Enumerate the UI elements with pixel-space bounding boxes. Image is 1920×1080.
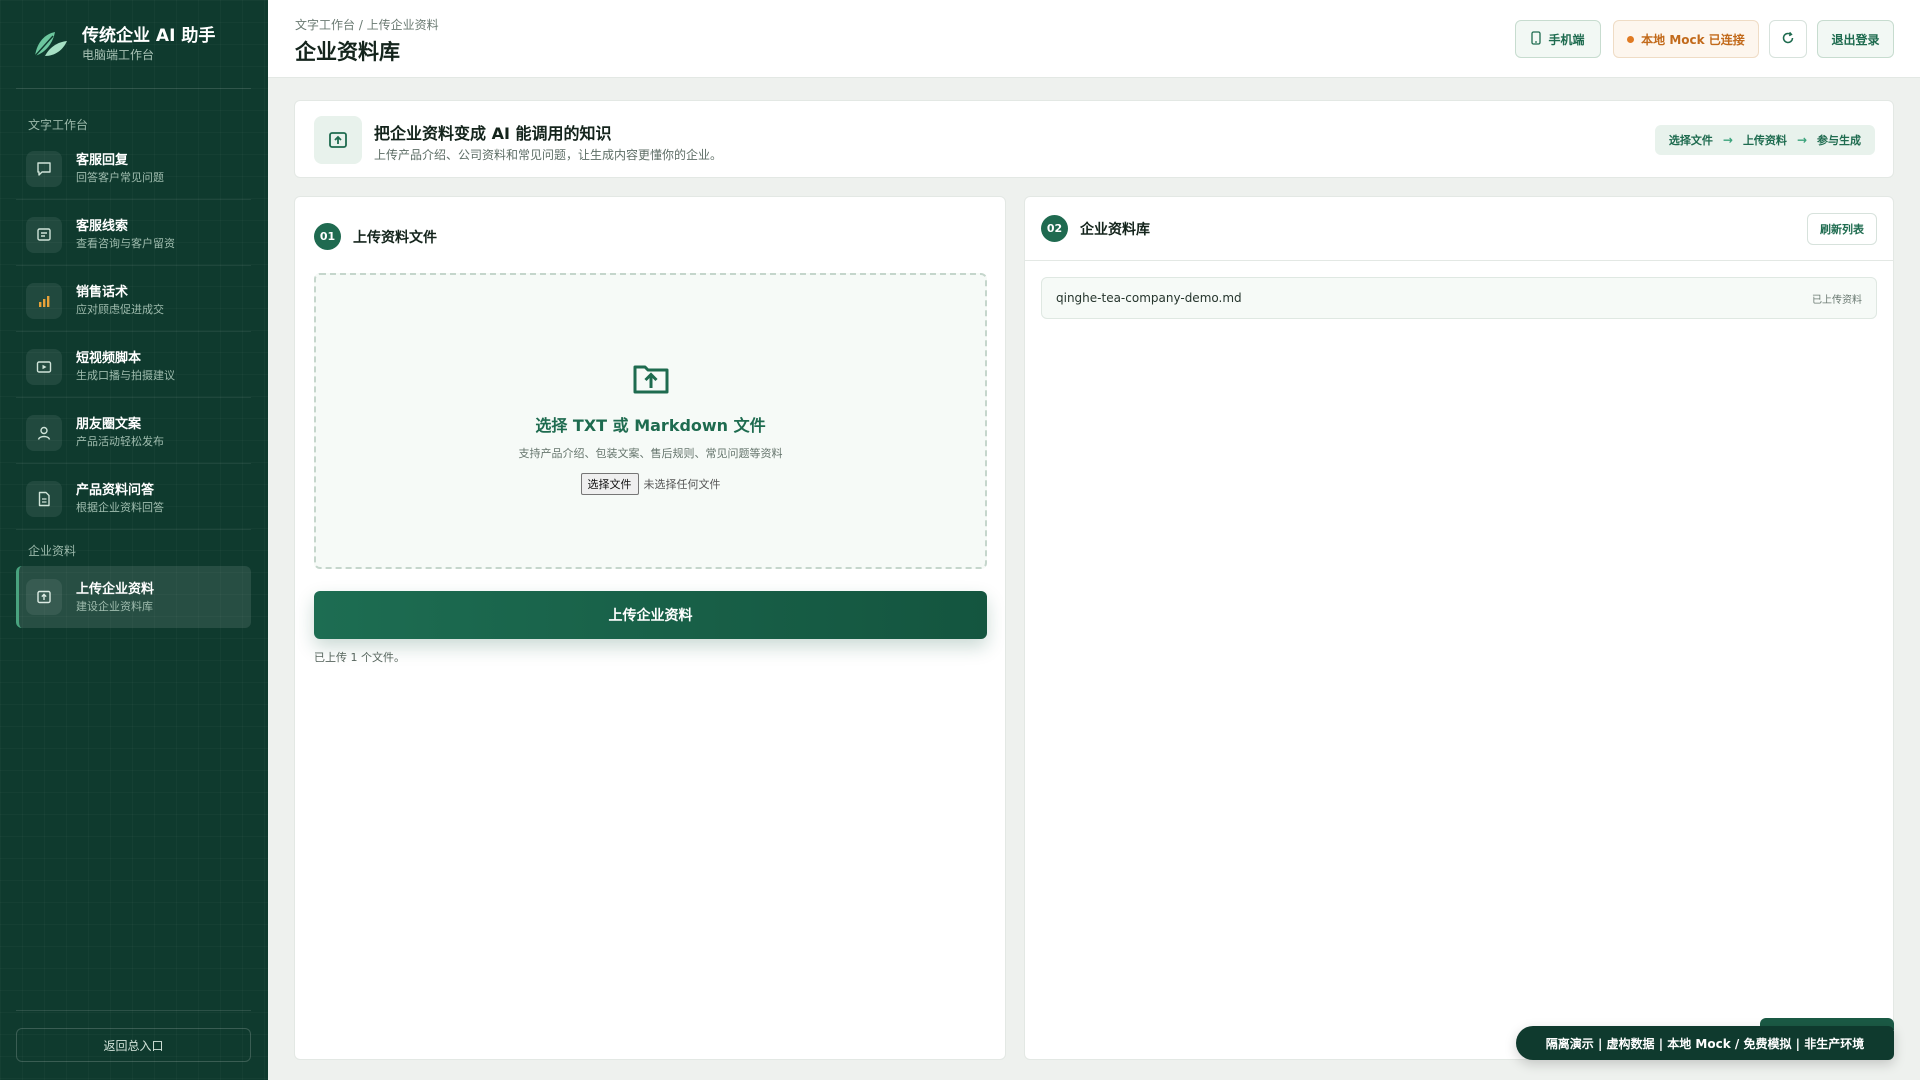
document-name: qinghe-tea-company-demo.md xyxy=(1056,291,1242,305)
logout-button[interactable]: 退出登录 xyxy=(1817,20,1894,58)
sidebar-item-desc: 回答客户常见问题 xyxy=(76,171,164,184)
banner-title: 把企业资料变成 AI 能调用的知识 xyxy=(374,124,612,143)
upload-panel-title: 上传资料文件 xyxy=(353,229,437,246)
brand: 传统企业 AI 助手 电脑端工作台 xyxy=(30,24,215,64)
step-upload: 上传资料 xyxy=(1742,134,1787,147)
library-panel: 02 企业资料库 刷新列表 qinghe-tea-company-demo.md… xyxy=(1024,196,1894,1060)
step-number-badge: 01 xyxy=(314,223,341,250)
sidebar-item-desc: 根据企业资料回答 xyxy=(76,501,164,514)
arrow-right-icon: → xyxy=(1796,133,1807,147)
user-icon xyxy=(26,414,62,451)
sidebar-divider xyxy=(16,1010,251,1011)
dropzone-title: 选择 TXT 或 Markdown 文件 xyxy=(535,416,766,435)
brand-subtitle: 电脑端工作台 xyxy=(82,48,155,62)
no-file-text: 未选择任何文件 xyxy=(643,478,721,491)
file-input: 选择文件 未选择任何文件 xyxy=(316,473,985,495)
sidebar-item-upload-company-data[interactable]: 上传企业资料 建设企业资料库 xyxy=(16,566,251,628)
leaf-logo-icon xyxy=(30,24,70,64)
file-dropzone[interactable]: 选择 TXT 或 Markdown 文件 支持产品介绍、包装文案、售后规则、常见… xyxy=(314,273,987,569)
mock-status-button[interactable]: 本地 Mock 已连接 xyxy=(1613,20,1759,58)
document-status: 已上传资料 xyxy=(1812,294,1862,306)
refresh-list-button[interactable]: 刷新列表 xyxy=(1807,213,1877,245)
demo-notice-badge: 隔离演示 | 虚构数据 | 本地 Mock / 免费模拟 | 非生产环境 xyxy=(1516,1026,1894,1060)
upload-box-icon xyxy=(314,116,362,164)
sidebar-item-desc: 应对顾虑促进成交 xyxy=(76,303,164,316)
sidebar-item-label: 客服回复 xyxy=(76,153,129,168)
upload-panel-header: 01 上传资料文件 xyxy=(314,223,437,250)
step-select-file: 选择文件 xyxy=(1668,134,1713,147)
sidebar-item-customer-reply[interactable]: 客服回复 回答客户常见问题 xyxy=(16,138,251,200)
message-lines-icon xyxy=(26,216,62,253)
sidebar-item-label: 客服线索 xyxy=(76,219,129,234)
phone-icon xyxy=(1531,30,1542,48)
sidebar-item-label: 朋友圈文案 xyxy=(76,417,142,432)
sidebar-item-customer-leads[interactable]: 客服线索 查看咨询与客户留资 xyxy=(16,204,251,266)
mobile-button[interactable]: 手机端 xyxy=(1515,20,1601,58)
list-item[interactable]: qinghe-tea-company-demo.md 已上传资料 xyxy=(1041,277,1877,319)
mock-status-label: 本地 Mock 已连接 xyxy=(1641,32,1745,47)
panel-divider xyxy=(1025,260,1893,261)
upload-panel: 01 上传资料文件 选择 TXT 或 Markdown 文件 支持产品介绍、包装… xyxy=(294,196,1006,1060)
sidebar-item-label: 上传企业资料 xyxy=(76,581,155,597)
banner-subtitle: 上传产品介绍、公司资料和常见问题，让生成内容更懂你的企业。 xyxy=(374,148,723,162)
refresh-icon-button[interactable] xyxy=(1769,20,1807,58)
status-dot-icon xyxy=(1627,35,1635,43)
arrow-right-icon: → xyxy=(1722,133,1733,147)
sidebar-item-video-script[interactable]: 短视频脚本 生成口播与拍摄建议 xyxy=(16,336,251,398)
brand-title: 传统企业 AI 助手 xyxy=(82,26,216,46)
video-play-icon xyxy=(26,348,62,385)
sidebar: 传统企业 AI 助手 电脑端工作台 文字工作台 客服回复 回答客户常见问题 客服… xyxy=(0,0,268,1080)
sidebar-item-desc: 生成口播与拍摄建议 xyxy=(76,369,175,382)
refresh-icon xyxy=(1781,31,1795,48)
step-number-badge: 02 xyxy=(1041,215,1068,242)
step-generate: 参与生成 xyxy=(1817,134,1861,147)
upload-status-text: 已上传 1 个文件。 xyxy=(314,651,405,664)
library-panel-header: 02 企业资料库 xyxy=(1041,215,1150,242)
library-panel-title: 企业资料库 xyxy=(1080,221,1150,238)
chat-bubble-icon xyxy=(26,150,62,187)
breadcrumb: 文字工作台 / 上传企业资料 xyxy=(295,18,439,32)
sidebar-item-desc: 查看咨询与客户留资 xyxy=(76,237,175,250)
dropzone-subtitle: 支持产品介绍、包装文案、售后规则、常见问题等资料 xyxy=(518,447,783,460)
back-to-home-button[interactable]: 返回总入口 xyxy=(16,1028,251,1062)
page-title: 企业资料库 xyxy=(295,40,400,64)
sidebar-item-label: 销售话术 xyxy=(76,285,129,300)
upload-box-icon xyxy=(26,579,62,615)
bar-chart-icon xyxy=(26,282,62,319)
choose-file-button[interactable]: 选择文件 xyxy=(580,473,639,495)
sidebar-item-product-qa[interactable]: 产品资料问答 根据企业资料回答 xyxy=(16,468,251,530)
top-header: 文字工作台 / 上传企业资料 企业资料库 手机端 本地 Mock 已连接 退出登… xyxy=(268,0,1920,78)
sidebar-item-moments-copy[interactable]: 朋友圈文案 产品活动轻松发布 xyxy=(16,402,251,464)
upload-company-data-button[interactable]: 上传企业资料 xyxy=(314,591,987,639)
sidebar-item-sales-script[interactable]: 销售话术 应对顾虑促进成交 xyxy=(16,270,251,332)
upload-box-icon xyxy=(631,357,671,397)
sidebar-item-label: 短视频脚本 xyxy=(76,351,142,366)
document-icon xyxy=(26,480,62,517)
workflow-steps: 选择文件 → 上传资料 → 参与生成 xyxy=(1654,125,1875,155)
sidebar-section-company: 企业资料 xyxy=(28,544,77,558)
intro-banner: 把企业资料变成 AI 能调用的知识 上传产品介绍、公司资料和常见问题，让生成内容… xyxy=(294,100,1894,178)
sidebar-section-text: 文字工作台 xyxy=(28,118,89,132)
sidebar-divider xyxy=(16,88,251,89)
sidebar-item-desc: 产品活动轻松发布 xyxy=(76,435,164,448)
mobile-button-label: 手机端 xyxy=(1548,32,1585,47)
sidebar-item-desc: 建设企业资料库 xyxy=(76,599,153,613)
sidebar-item-label: 产品资料问答 xyxy=(76,483,155,498)
